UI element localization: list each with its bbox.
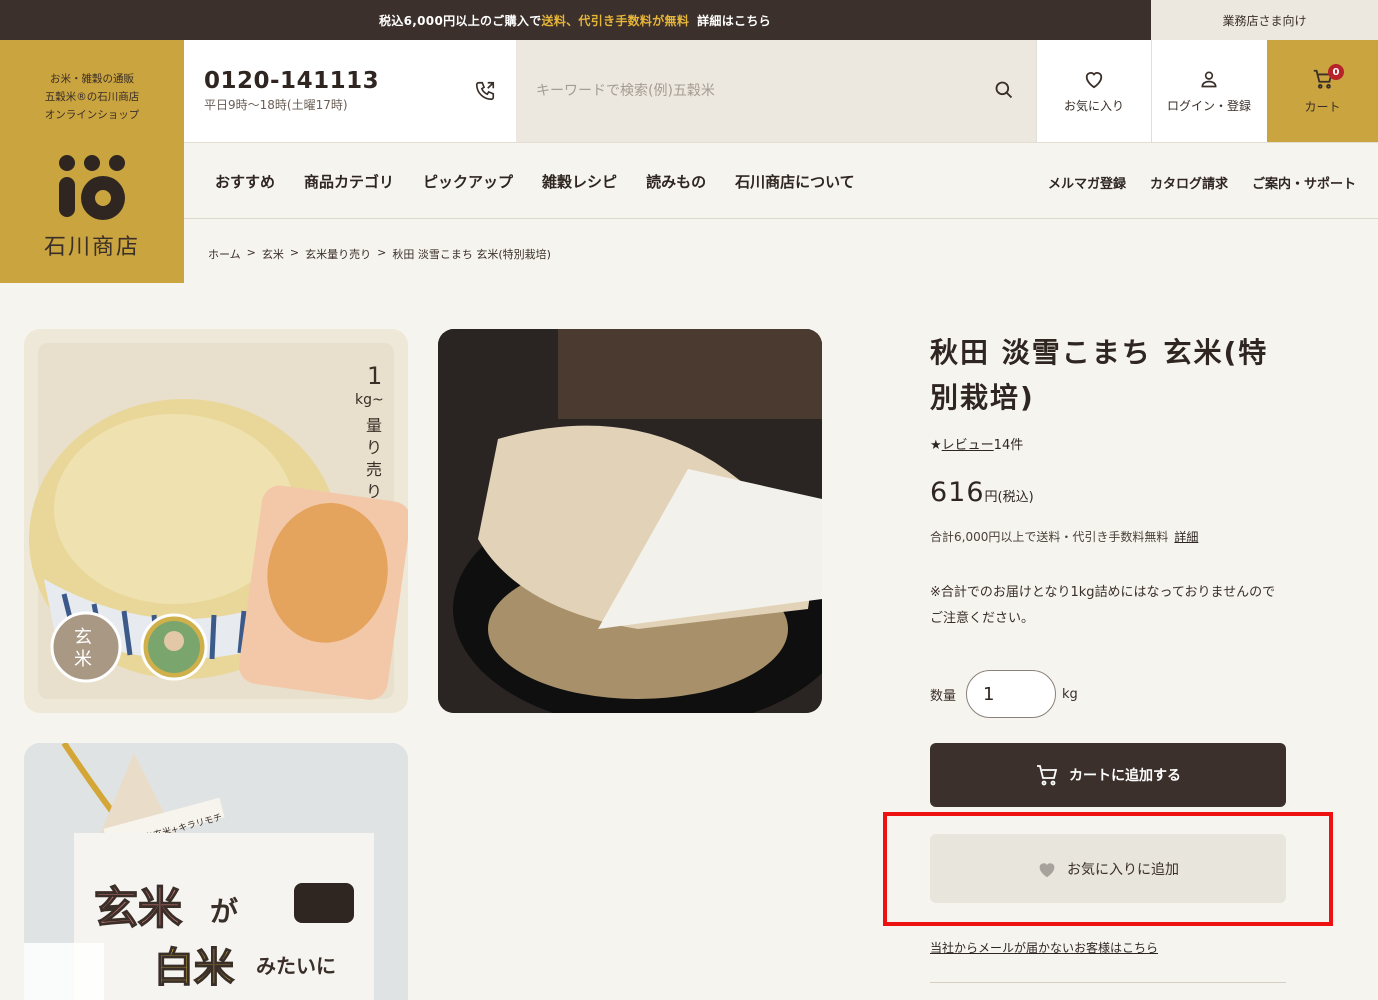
highlight-annotation	[883, 812, 1333, 926]
phone-number[interactable]: 0120-141113	[204, 68, 379, 94]
search-input[interactable]	[536, 74, 966, 108]
add-to-cart-button[interactable]: カートに追加する	[930, 743, 1286, 807]
header: 0120-141113 平日9時～18時(土曜17時) お気に入り ログイン・登…	[184, 40, 1378, 143]
promo-link[interactable]: 税込6,000円以上のご購入で 送料、代引き手数料が無料 詳細はこちら	[0, 0, 1150, 40]
favorites-label: お気に入り	[1063, 98, 1124, 113]
quantity-input[interactable]	[966, 670, 1057, 718]
product-info: 秋田 淡雪こまち 玄米(特別栽培) ★レビュー14件 616円(税込) 合計6,…	[930, 330, 1286, 545]
nav-item-pickup[interactable]: ピックアップ	[423, 171, 513, 192]
business-link[interactable]: 業務店さま向け	[1151, 0, 1378, 40]
login-button[interactable]: ログイン・登録	[1151, 40, 1266, 142]
login-label: ログイン・登録	[1166, 98, 1251, 113]
user-icon	[1201, 71, 1217, 87]
svg-text:白米: 白米	[154, 945, 234, 991]
search-icon[interactable]	[994, 80, 1014, 100]
shipping-note: 合計6,000円以上で送料・代引き手数料無料 詳細	[930, 528, 1286, 545]
star-icon: ★	[930, 438, 942, 453]
promo-highlight: 送料、代引き手数料が無料	[541, 13, 690, 28]
nav-item-articles[interactable]: 読みもの	[646, 171, 706, 192]
product-image-1[interactable]: 1 kg~ 量 り 売 り 玄 米	[24, 329, 408, 713]
svg-text:1: 1	[367, 362, 382, 390]
breadcrumb-separator: >	[246, 246, 256, 259]
svg-text:米: 米	[74, 649, 92, 670]
price-unit: 円(税込)	[984, 490, 1034, 505]
quantity-unit: kg	[1062, 686, 1078, 702]
logo-tagline-1: お米・雑穀の通販	[50, 73, 134, 85]
breadcrumb-brown-rice[interactable]: 玄米	[262, 246, 284, 262]
breadcrumb-home[interactable]: ホーム	[208, 246, 241, 262]
phone-icon[interactable]	[474, 80, 496, 102]
breadcrumb-separator: >	[289, 246, 300, 259]
review-count: 14件	[993, 438, 1024, 453]
shipping-detail-link[interactable]: 詳細	[1174, 530, 1198, 544]
bulk-note: ※合計でのお届けとなり1kg詰めにはなっておりませんのでご注意ください。	[930, 585, 1276, 626]
search-box	[516, 40, 1036, 142]
svg-text:玄: 玄	[74, 627, 92, 648]
breadcrumb-current: 秋田 淡雪こまち 玄米(特別栽培)	[392, 248, 551, 261]
nav-item-newsletter[interactable]: メルマガ登録	[1048, 173, 1126, 192]
promo-text: 税込6,000円以上のご購入で	[379, 13, 542, 28]
promo-detail-link[interactable]: 詳細はこちら	[697, 12, 771, 29]
product-image-3[interactable]: 淡雪こまち玄米+キラリモチ 玄米 が 白米 みたいに	[24, 743, 408, 1000]
nav-item-catalog[interactable]: カタログ請求	[1150, 173, 1228, 192]
cart-button[interactable]: 0 カート	[1267, 40, 1378, 142]
rice-cooker-image	[438, 329, 822, 713]
review-summary: ★レビュー14件	[930, 434, 1286, 453]
favorites-button[interactable]: お気に入り	[1036, 40, 1151, 142]
cart-label: カート	[1304, 99, 1341, 114]
svg-text:kg~: kg~	[355, 392, 384, 408]
quantity-label: 数量	[930, 688, 957, 704]
quantity-row: 数量 kg	[930, 670, 1078, 718]
nav-item-support[interactable]: ご案内・サポート	[1252, 173, 1356, 192]
product-image-2[interactable]	[438, 329, 822, 713]
shipping-note-text: 合計6,000円以上で送料・代引き手数料無料	[930, 530, 1169, 544]
rice-bowl-image: 1 kg~ 量 り 売 り 玄 米	[29, 343, 408, 700]
phone-block: 0120-141113 平日9時～18時(土曜17時)	[204, 68, 379, 113]
price: 616円(税込)	[930, 477, 1286, 508]
onigiri-poster-image: 淡雪こまち玄米+キラリモチ 玄米 が 白米 みたいに	[24, 743, 408, 1000]
mail-help-link[interactable]: 当社からメールが届かないお客様はこちら	[930, 939, 1158, 956]
phone-hours: 平日9時～18時(土曜17時)	[204, 98, 348, 112]
svg-text:みたいに: みたいに	[256, 954, 336, 978]
nav-item-about[interactable]: 石川商店について	[735, 171, 855, 192]
heart-icon	[1085, 71, 1103, 88]
logo-name: 石川商店	[43, 235, 140, 260]
logo-tagline-3: オンラインショップ	[44, 109, 140, 121]
svg-text:玄米: 玄米	[94, 883, 182, 934]
svg-text:売: 売	[366, 460, 382, 479]
nav-item-recipes[interactable]: 雑穀レシピ	[542, 171, 617, 192]
cart-icon	[1037, 765, 1058, 786]
logo-tagline-2: 五穀米®の石川商店	[44, 91, 140, 103]
svg-text:量: 量	[366, 416, 382, 435]
nav-item-recommend[interactable]: おすすめ	[215, 171, 275, 192]
main-nav: おすすめ 商品カテゴリ ピックアップ 雑穀レシピ 読みもの 石川商店について メ…	[184, 143, 1378, 219]
add-to-cart-label: カートに追加する	[1069, 768, 1181, 784]
product-title: 秋田 淡雪こまち 玄米(特別栽培)	[930, 336, 1269, 414]
cart-count-badge: 0	[1328, 64, 1344, 80]
svg-text:が: が	[210, 895, 238, 928]
svg-text:り: り	[366, 438, 382, 457]
review-link[interactable]: レビュー	[942, 438, 994, 453]
price-value: 616	[930, 477, 985, 508]
nav-item-categories[interactable]: 商品カテゴリ	[304, 171, 394, 192]
breadcrumb-separator: >	[377, 246, 387, 259]
divider	[930, 982, 1286, 983]
breadcrumb-bulk[interactable]: 玄米量り売り	[305, 246, 371, 262]
svg-text:り: り	[366, 482, 382, 501]
site-logo[interactable]: お米・雑穀の通販 五穀米®の石川商店 オンラインショップ 石川商店	[0, 40, 184, 283]
top-banner: 税込6,000円以上のご購入で 送料、代引き手数料が無料 詳細はこちら 業務店さ…	[0, 0, 1378, 40]
logo-mark-icon	[59, 155, 125, 220]
breadcrumb: ホーム > 玄米 > 玄米量り売り > 秋田 淡雪こまち 玄米(特別栽培)	[208, 246, 551, 262]
